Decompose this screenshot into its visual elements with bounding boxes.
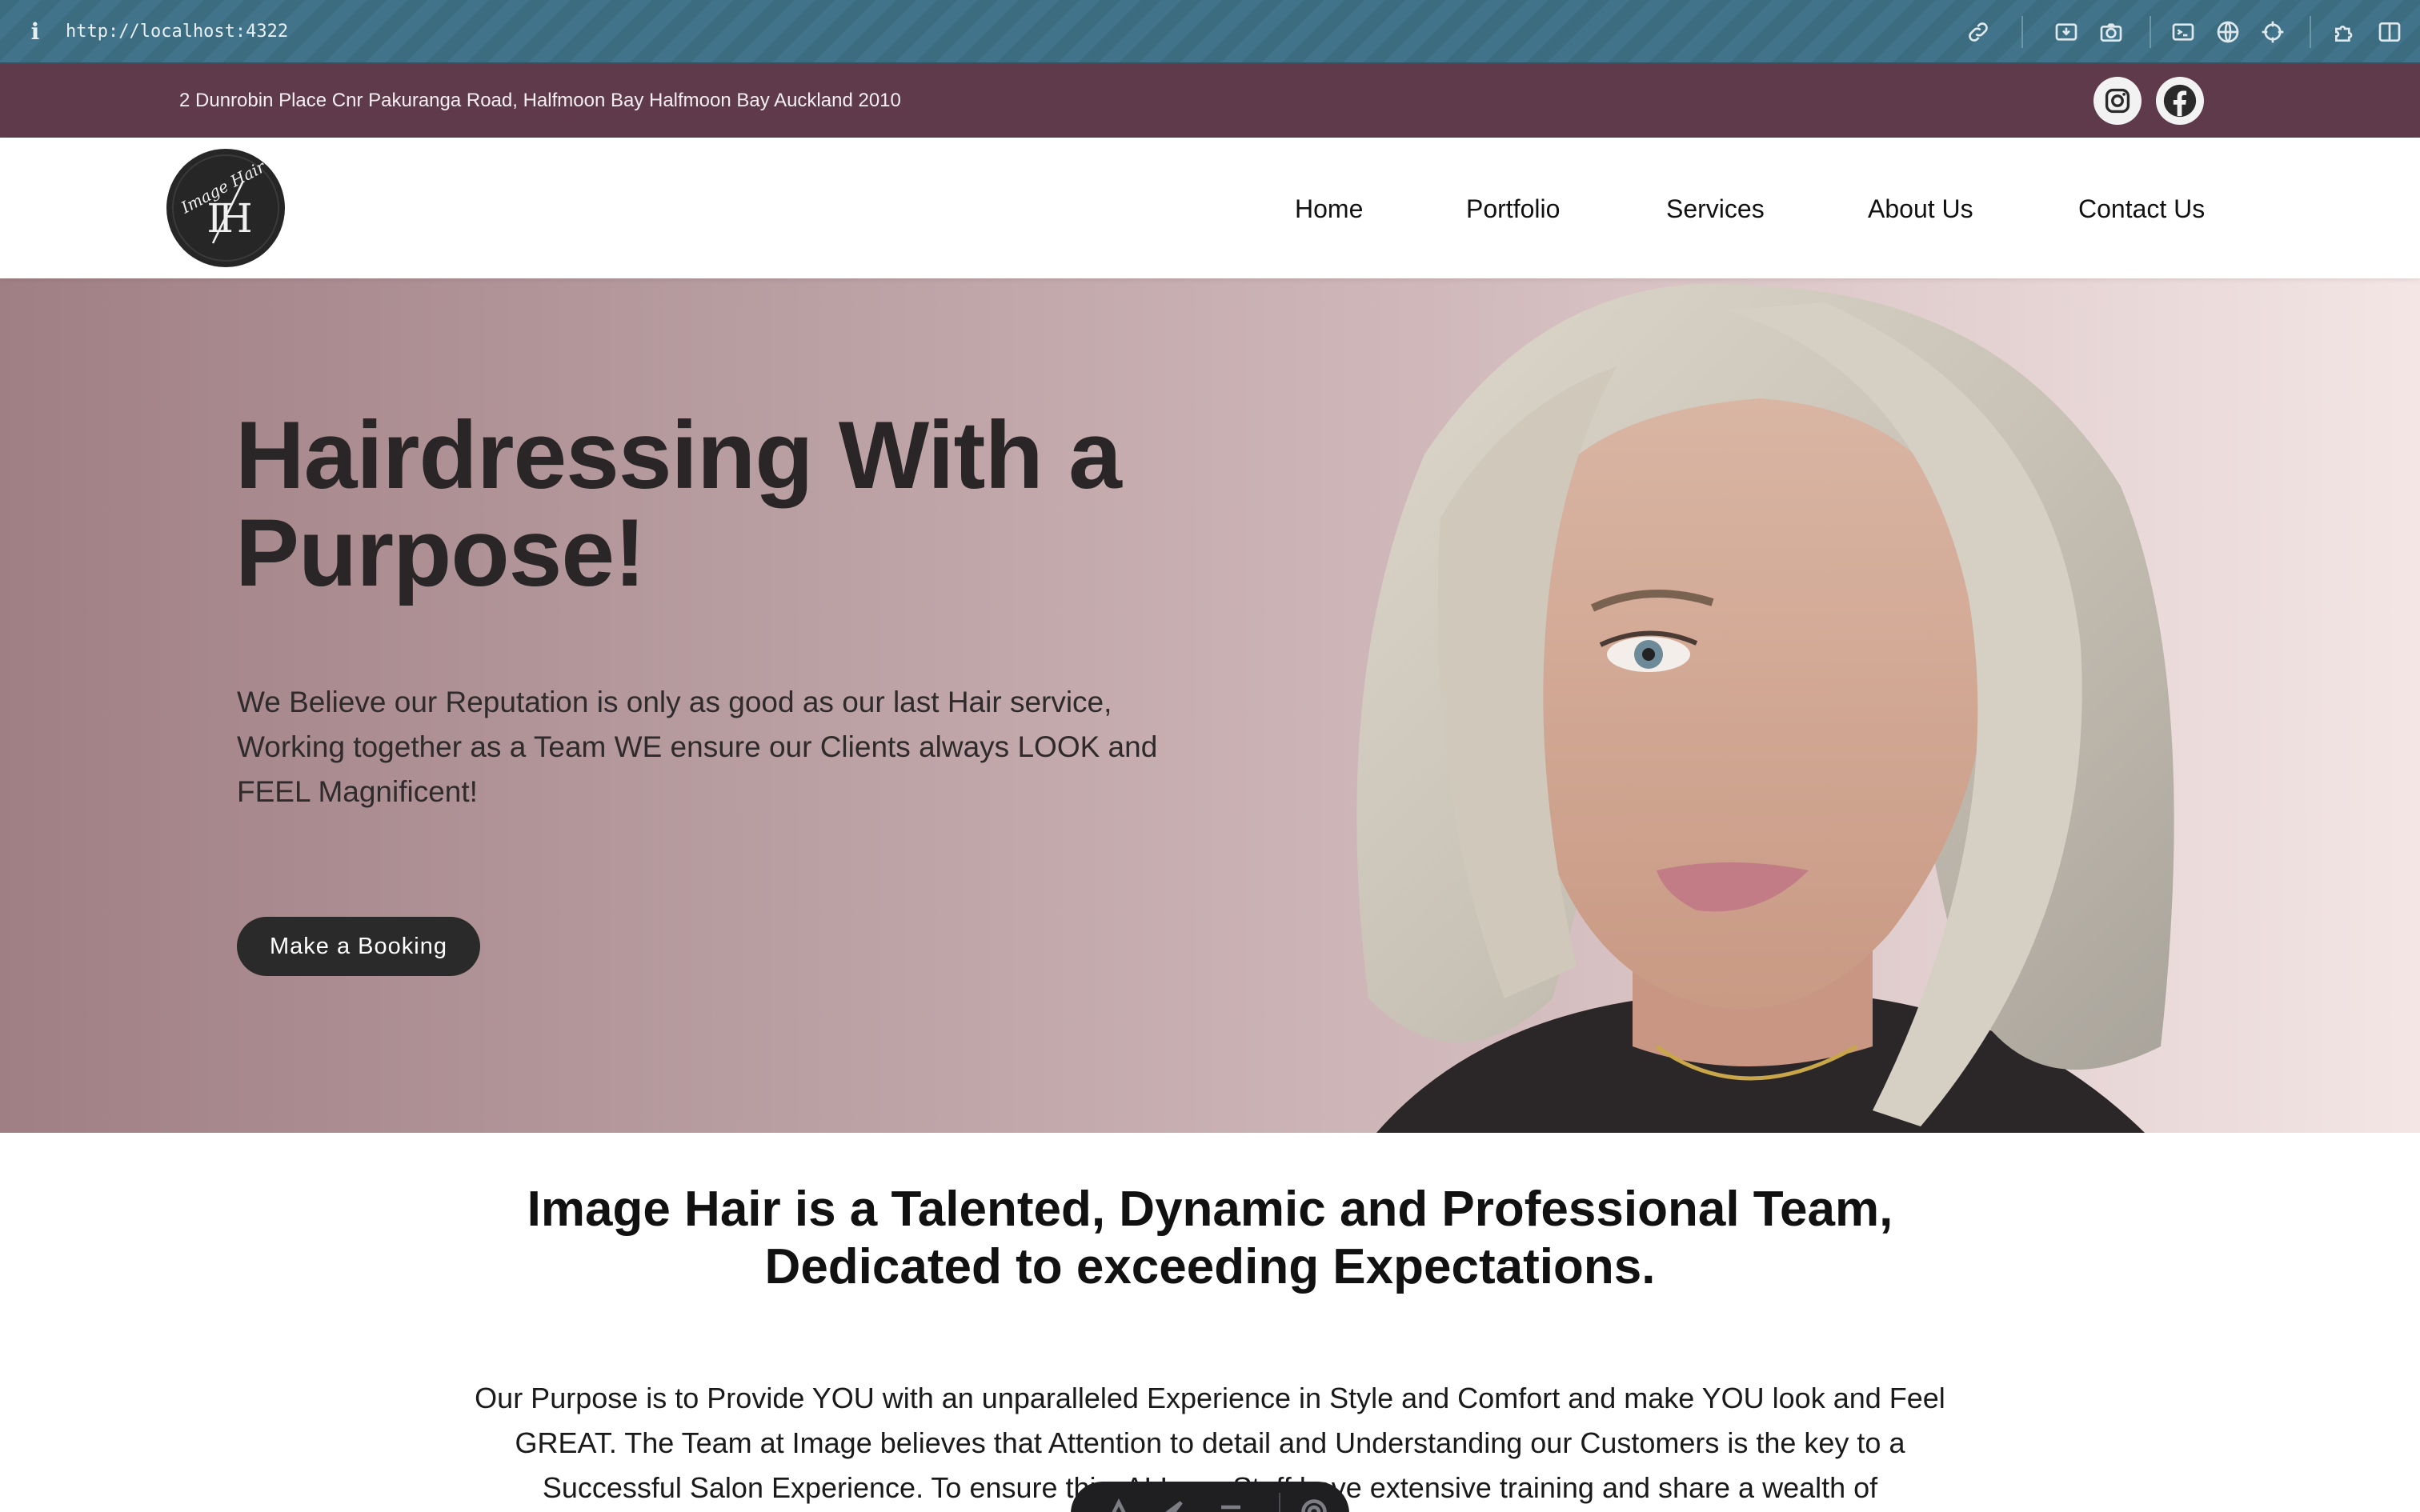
toolbar-divider bbox=[2310, 16, 2311, 48]
hero-portrait-image bbox=[1312, 278, 2225, 1133]
globe-icon[interactable] bbox=[2212, 16, 2244, 48]
nav-portfolio[interactable]: Portfolio bbox=[1466, 192, 1560, 226]
terminal-icon[interactable] bbox=[2167, 16, 2199, 48]
image-hair-logo[interactable]: Image Hair IH bbox=[166, 149, 285, 267]
inspect-icon[interactable] bbox=[1104, 1498, 1133, 1512]
nav-contact-us[interactable]: Contact Us bbox=[2078, 192, 2205, 226]
salon-address: 2 Dunrobin Place Cnr Pakuranga Road, Hal… bbox=[179, 90, 901, 111]
facebook-icon[interactable] bbox=[2156, 77, 2204, 125]
hero-title: Hairdressing With a Purpose! bbox=[235, 402, 1122, 606]
camera-icon[interactable] bbox=[2095, 16, 2127, 48]
about-heading: Image Hair is a Talented, Dynamic and Pr… bbox=[527, 1182, 1893, 1294]
crosshair-icon[interactable] bbox=[2257, 16, 2289, 48]
hero-section: Hairdressing With a Purpose! We Believe … bbox=[0, 278, 2420, 1133]
toolbar-divider bbox=[1279, 1493, 1280, 1512]
nav-about-us[interactable]: About Us bbox=[1868, 192, 1973, 226]
link-icon[interactable] bbox=[1962, 16, 1994, 48]
browser-toolbar: i http://localhost:4322 bbox=[0, 0, 2420, 64]
instagram-icon[interactable] bbox=[2093, 77, 2142, 125]
logo-monogram: IH bbox=[206, 195, 250, 242]
info-icon[interactable]: i bbox=[27, 18, 43, 46]
contact-info-bar: 2 Dunrobin Place Cnr Pakuranga Road, Hal… bbox=[0, 64, 2420, 138]
extensions-icon[interactable] bbox=[2329, 16, 2361, 48]
toolbar-divider bbox=[2021, 16, 2023, 48]
rocket-icon[interactable] bbox=[1157, 1498, 1186, 1512]
settings-icon[interactable] bbox=[1300, 1498, 1328, 1512]
menu-icon[interactable] bbox=[1216, 1498, 1245, 1512]
nav-home[interactable]: Home bbox=[1295, 192, 1363, 226]
floating-dev-toolbar[interactable] bbox=[1071, 1482, 1349, 1512]
download-icon[interactable] bbox=[2050, 16, 2082, 48]
toolbar-divider bbox=[2150, 16, 2151, 48]
hero-subtitle: We Believe our Reputation is only as goo… bbox=[237, 686, 1158, 808]
make-booking-button[interactable]: Make a Booking bbox=[237, 917, 480, 976]
nav-services[interactable]: Services bbox=[1666, 192, 1765, 226]
main-navigation: Image Hair IH Home Portfolio Services Ab… bbox=[0, 138, 2420, 278]
url-bar[interactable]: http://localhost:4322 bbox=[66, 18, 288, 46]
sidebar-icon[interactable] bbox=[2374, 16, 2406, 48]
